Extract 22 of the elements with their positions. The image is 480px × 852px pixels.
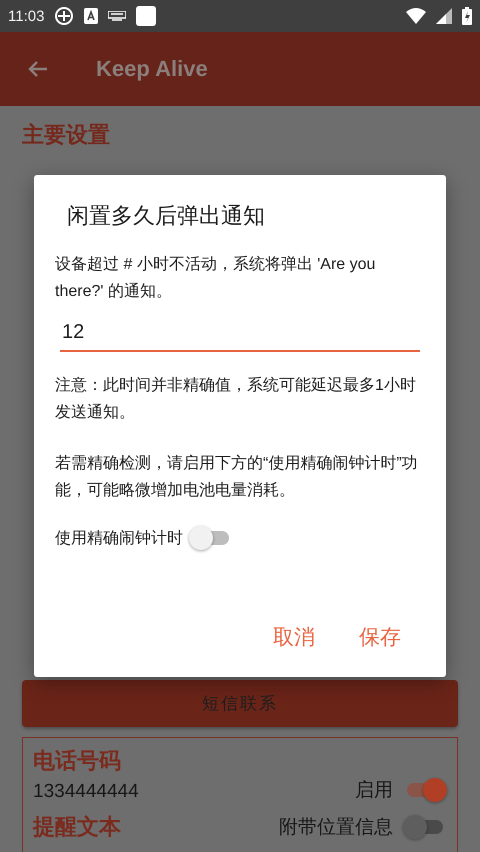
- dialog-hint: 若需精确检测，请启用下方的“使用精确闹钟计时”功能，可能略微增加电池电量消耗。: [55, 454, 419, 501]
- hours-input-field[interactable]: 12: [60, 315, 420, 352]
- section-title: 主要设置: [22, 121, 111, 149]
- signal-icon: [436, 8, 452, 24]
- dialog-note: 注意：此时间并非精确值，系统可能延迟最多1小时发送通知。: [55, 376, 417, 423]
- clock-time: 11:03: [8, 8, 44, 24]
- phone-label: 电话号码: [33, 747, 122, 775]
- app-title: Keep Alive: [96, 56, 208, 82]
- enable-label: 启用: [355, 779, 393, 803]
- square-icon: [136, 6, 156, 26]
- dialog-title: 闲置多久后弹出通知: [67, 202, 266, 230]
- wifi-icon: [406, 8, 426, 24]
- battery-icon: [462, 7, 472, 25]
- message-label: 提醒文本: [33, 813, 121, 841]
- location-label: 附带位置信息: [279, 816, 393, 840]
- dialog-description: 设备超过 # 小时不活动，系统将弹出 'Are you there?' 的通知。: [55, 254, 376, 302]
- exact-alarm-label: 使用精确闹钟计时: [55, 528, 183, 548]
- cancel-button[interactable]: 取消: [265, 617, 323, 657]
- keyboard-letter-icon: [84, 8, 98, 24]
- save-button[interactable]: 保存: [351, 617, 409, 657]
- phone-number: 1334444444: [33, 781, 139, 803]
- keyboard-icon: [108, 11, 126, 21]
